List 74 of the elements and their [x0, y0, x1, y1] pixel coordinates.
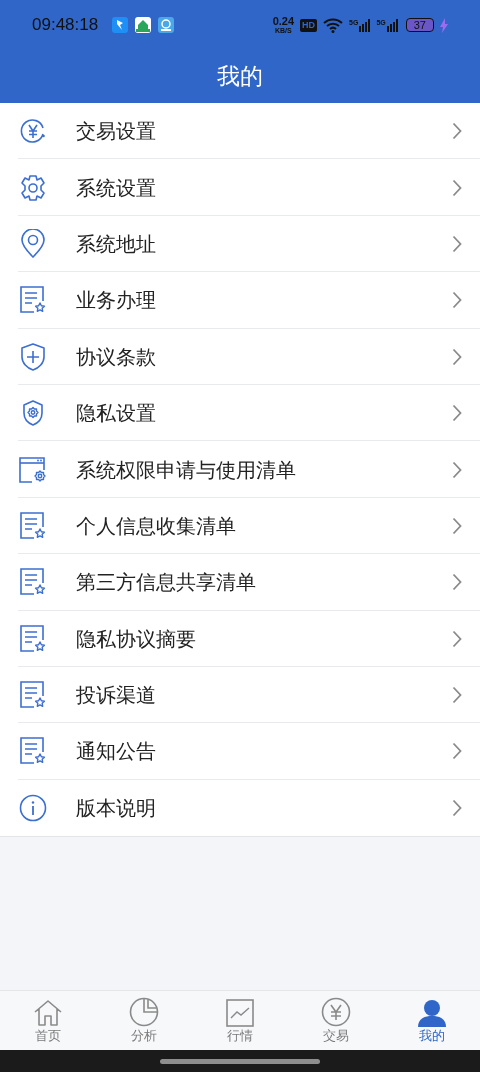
menu-item[interactable]: 系统设置 — [0, 159, 480, 216]
menu-label: 投诉渠道 — [76, 683, 156, 709]
chevron-right-icon — [452, 234, 462, 253]
app-icon — [112, 17, 129, 33]
yen-circle-icon — [321, 997, 351, 1027]
menu-label: 系统权限申请与使用清单 — [76, 457, 296, 483]
chevron-right-icon — [452, 686, 462, 705]
menu-item[interactable]: 系统地址 — [0, 215, 480, 273]
menu-label: 隐私设置 — [76, 401, 156, 427]
menu-label: 交易设置 — [76, 119, 156, 145]
menu-item[interactable]: 个人信息收集清单 — [0, 497, 480, 555]
menu-item[interactable]: 协议条款 — [0, 328, 480, 385]
menu-item[interactable]: 业务办理 — [0, 272, 480, 329]
chevron-right-icon — [452, 291, 462, 310]
document-star-icon — [19, 736, 47, 767]
app-icon — [158, 17, 175, 33]
menu-item[interactable]: 系统权限申请与使用清单 — [0, 441, 480, 498]
chevron-right-icon — [452, 404, 462, 423]
page-title: 我的 — [217, 62, 263, 92]
menu-label: 第三方信息共享清单 — [76, 570, 256, 596]
shield-plus-icon — [20, 341, 46, 372]
wifi-icon — [323, 17, 344, 33]
chevron-right-icon — [452, 629, 462, 648]
chevron-right-icon — [452, 798, 462, 817]
network-speed: 0.24 — [272, 16, 295, 27]
menu-item[interactable]: 版本说明 — [0, 779, 480, 837]
menu-item[interactable]: 第三方信息共享清单 — [0, 554, 480, 611]
app-icon — [135, 17, 152, 33]
menu-label: 隐私协议摘要 — [76, 626, 196, 652]
menu-label: 业务办理 — [76, 288, 156, 314]
signal-icon — [386, 18, 398, 32]
chevron-right-icon — [452, 742, 462, 761]
tab[interactable]: 首页 — [0, 991, 96, 1050]
charging-icon — [440, 17, 448, 33]
yen-circle-icon — [19, 117, 47, 146]
settings-icon — [19, 173, 47, 202]
tab[interactable]: 我的 — [384, 991, 480, 1050]
tab[interactable]: 行情 — [192, 991, 288, 1050]
hd-badge: HD — [300, 18, 318, 32]
chevron-right-icon — [452, 516, 462, 535]
menu-item[interactable]: 隐私协议摘要 — [0, 610, 480, 667]
menu-label: 个人信息收集清单 — [76, 513, 236, 539]
menu-item[interactable]: 隐私设置 — [0, 384, 480, 442]
chevron-right-icon — [452, 573, 462, 592]
menu-label: 系统地址 — [76, 231, 156, 257]
tab[interactable]: 分析 — [96, 991, 192, 1050]
document-star-icon — [19, 680, 47, 711]
menu-item[interactable]: 通知公告 — [0, 723, 480, 780]
person-icon — [418, 999, 446, 1027]
shield-gear-icon — [21, 399, 45, 428]
menu-label: 版本说明 — [76, 795, 156, 821]
chevron-right-icon — [452, 347, 462, 366]
document-star-icon — [19, 623, 47, 654]
location-pin-icon — [20, 228, 46, 259]
tab[interactable]: 交易 — [288, 991, 384, 1050]
document-star-icon — [19, 285, 47, 316]
pie-chart-icon — [129, 997, 159, 1027]
document-star-icon — [19, 567, 47, 598]
menu-label: 协议条款 — [76, 344, 156, 370]
chevron-right-icon — [452, 460, 462, 479]
menu-label: 系统设置 — [76, 175, 156, 201]
home-icon — [33, 999, 63, 1027]
menu-item[interactable]: 投诉渠道 — [0, 666, 480, 724]
signal-icon — [359, 18, 371, 32]
battery-indicator: 37 — [405, 18, 434, 32]
chevron-right-icon — [452, 178, 462, 197]
chevron-right-icon — [452, 122, 462, 141]
menu-item[interactable]: 交易设置 — [0, 103, 480, 160]
clock: 09:48:18 — [32, 14, 99, 37]
info-icon — [19, 793, 47, 822]
window-gear-icon — [18, 455, 48, 484]
menu-label: 通知公告 — [76, 739, 156, 765]
document-star-icon — [19, 510, 47, 541]
line-chart-icon — [226, 999, 254, 1027]
